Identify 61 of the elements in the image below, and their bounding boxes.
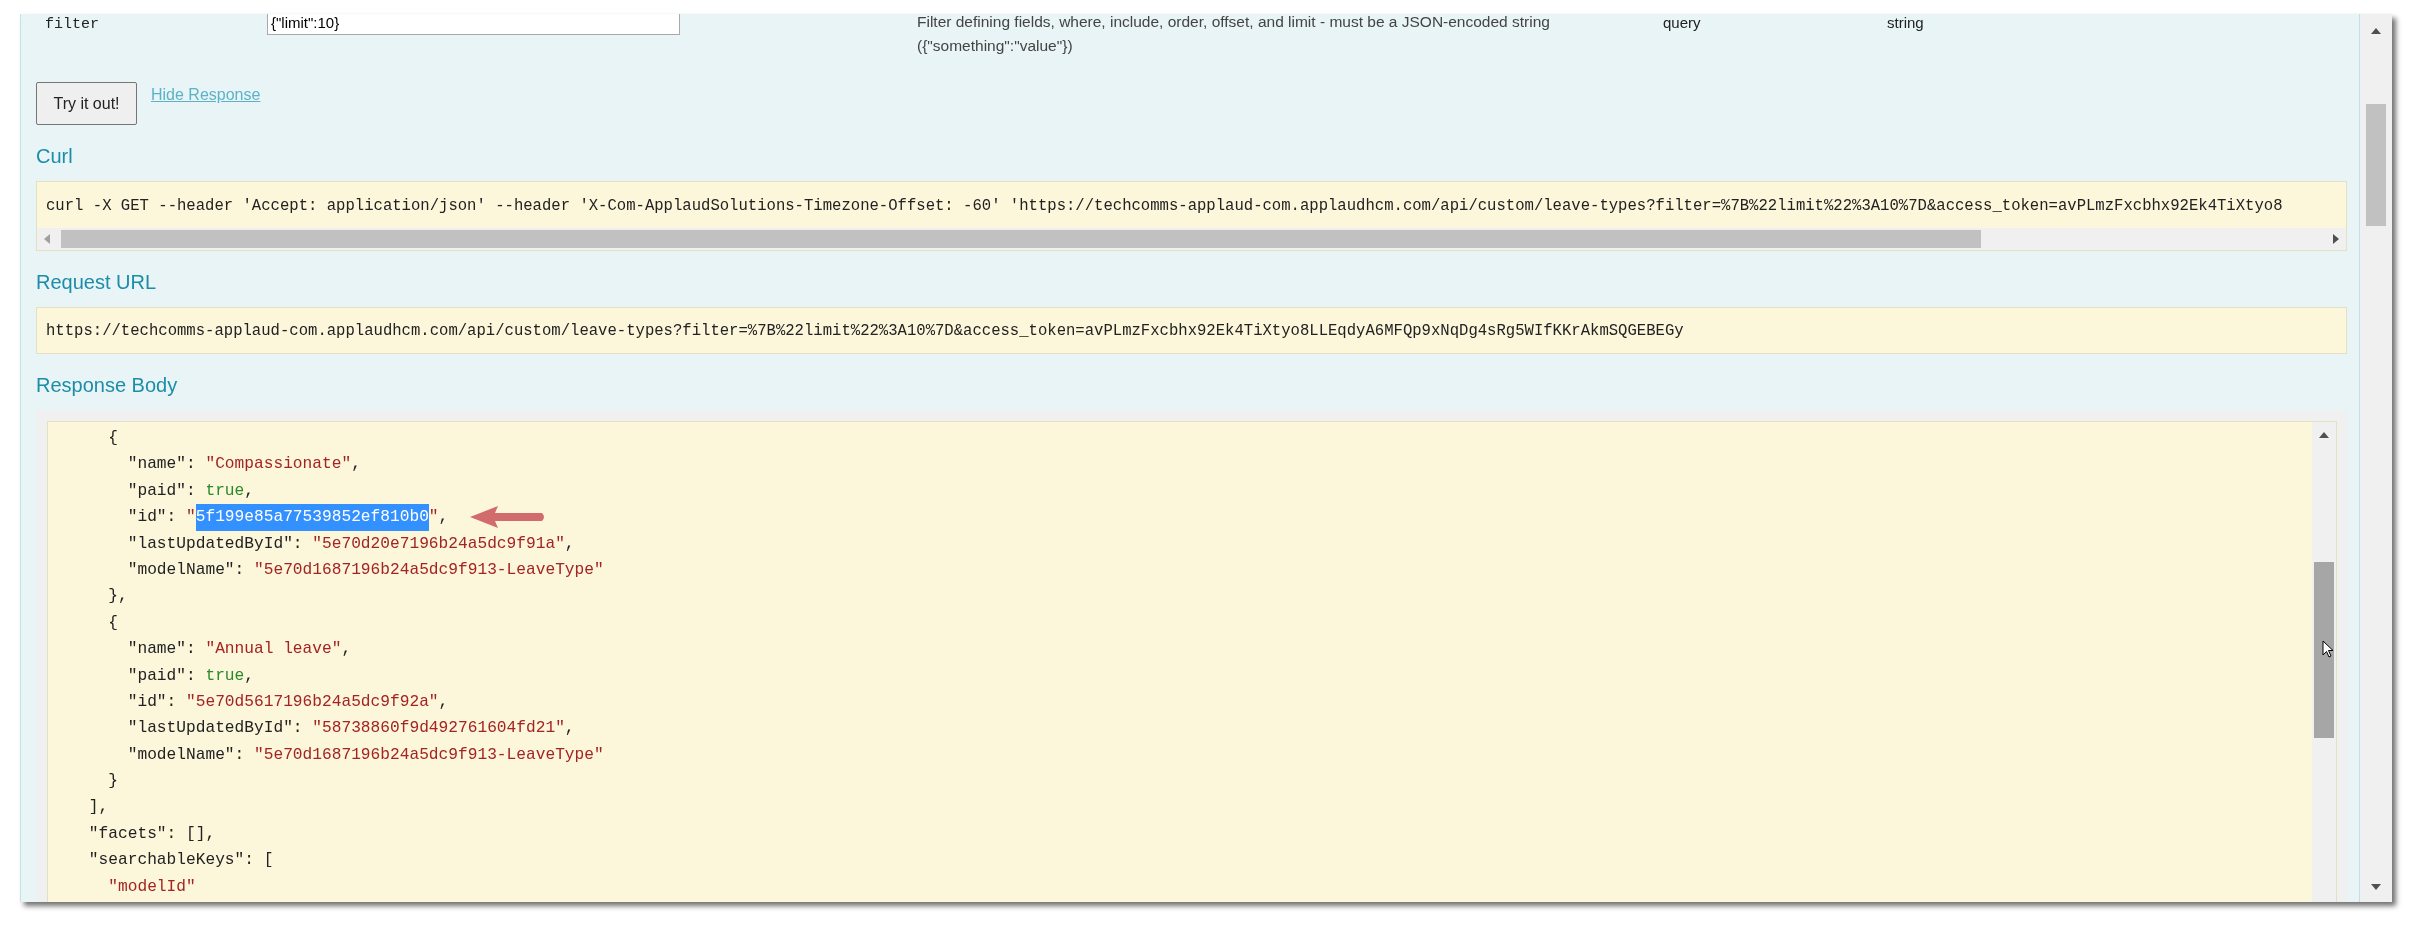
code-text: ,	[244, 665, 254, 687]
code-text: "modelName":	[126, 744, 246, 766]
string-value: "	[428, 507, 439, 529]
code-text: "modelName":	[126, 559, 246, 581]
scroll-right-icon[interactable]	[2332, 234, 2340, 244]
code-text: ,	[438, 691, 449, 713]
scroll-up-icon[interactable]	[2371, 28, 2381, 34]
code-text: "paid":	[126, 480, 197, 502]
code-text: ,	[341, 639, 352, 661]
string-value: "Annual leave"	[205, 639, 342, 661]
code-text: ,	[244, 480, 254, 502]
parameter-name: filter	[45, 15, 100, 33]
scrollbar-thumb[interactable]	[2314, 562, 2334, 738]
code-text: ],	[87, 797, 109, 819]
data-type: string	[1887, 14, 1925, 31]
try-it-out-button[interactable]: Try it out!	[36, 82, 137, 125]
boolean-value: true	[205, 480, 245, 502]
code-text: "facets": [],	[87, 823, 216, 845]
code-text: "name":	[126, 639, 197, 661]
parameter-description: Filter defining fields, where, include, order, offset, and limit - must be a JSON-encoded string ({"something":"value"})	[917, 14, 1551, 56]
mouse-cursor-icon	[2322, 640, 2334, 658]
code-text: }	[107, 771, 118, 793]
request-url: https://techcomms-applaud-com.applaudhcm.com/api/custom/leave-types?filter=%7B%22limit%22%3A10%7D&access_token=avPLmzFxcbhx92Ek4TiXtyo8LLEqdyA6MFQp9xNqDg4sRg5WIfKKrAkmSQGEBEGy	[46, 322, 1684, 340]
string-value: "modelId"	[107, 876, 196, 898]
code-text: "id":	[126, 507, 178, 529]
scroll-up-icon[interactable]	[2319, 432, 2329, 438]
code-text: {	[107, 612, 118, 634]
code-text: {	[107, 428, 118, 449]
selected-text: 5f199e85a77539852ef810b0	[195, 504, 429, 531]
parameter-type: query	[1663, 14, 1702, 31]
code-text: "searchableKeys": [	[87, 850, 274, 872]
string-value: "58738860f9d492761604fd21"	[312, 718, 565, 740]
code-text: },	[107, 586, 128, 608]
scrollbar-thumb[interactable]	[2366, 104, 2386, 226]
curl-command: curl -X GET --header 'Accept: application/json' --header 'X-Com-ApplaudSolutions-Timezone-Offset: -60' 'https://techcomms-applaud-com.applaudhcm.com/api/custom/leave-types?filter=%7B%22limit%22%3A10%7D&access_token=avPLmzFxcbhx92Ek4TiXtyo8	[45, 196, 2284, 217]
code-text: "lastUpdatedById":	[126, 718, 304, 740]
string-value: "Compassionate"	[205, 454, 352, 476]
string-value: "5e70d5617196b24a5dc9f92a"	[186, 691, 439, 713]
string-value: "	[186, 507, 196, 529]
code-text: ,	[351, 454, 361, 476]
code-text: ,	[564, 533, 575, 555]
code-text: ,	[564, 718, 575, 740]
vertical-scrollbar[interactable]	[2312, 422, 2336, 902]
horizontal-scrollbar[interactable]	[37, 228, 2346, 250]
string-value: "5e70d1687196b24a5dc9f913-LeaveType"	[254, 559, 604, 581]
code-text: "id":	[126, 691, 178, 713]
string-value: "5e70d1687196b24a5dc9f913-LeaveType"	[254, 744, 604, 766]
code-text: "lastUpdatedById":	[126, 533, 304, 555]
scroll-down-icon[interactable]	[2371, 884, 2381, 890]
string-value: "5e70d20e7196b24a5dc9f91a"	[312, 533, 565, 555]
boolean-value: true	[205, 665, 245, 687]
code-text: "paid":	[126, 665, 197, 687]
section-heading: Curl	[36, 145, 74, 168]
scroll-left-icon[interactable]	[43, 234, 51, 244]
page-scrollbar[interactable]	[2360, 14, 2392, 902]
section-heading: Response Body	[36, 374, 179, 397]
section-heading: Request URL	[36, 271, 158, 294]
scrollbar-thumb[interactable]	[61, 230, 1981, 248]
parameter-value-field[interactable]: {"limit":10}	[267, 14, 680, 35]
code-text: ,	[438, 507, 449, 529]
code-text: "name":	[126, 454, 197, 476]
